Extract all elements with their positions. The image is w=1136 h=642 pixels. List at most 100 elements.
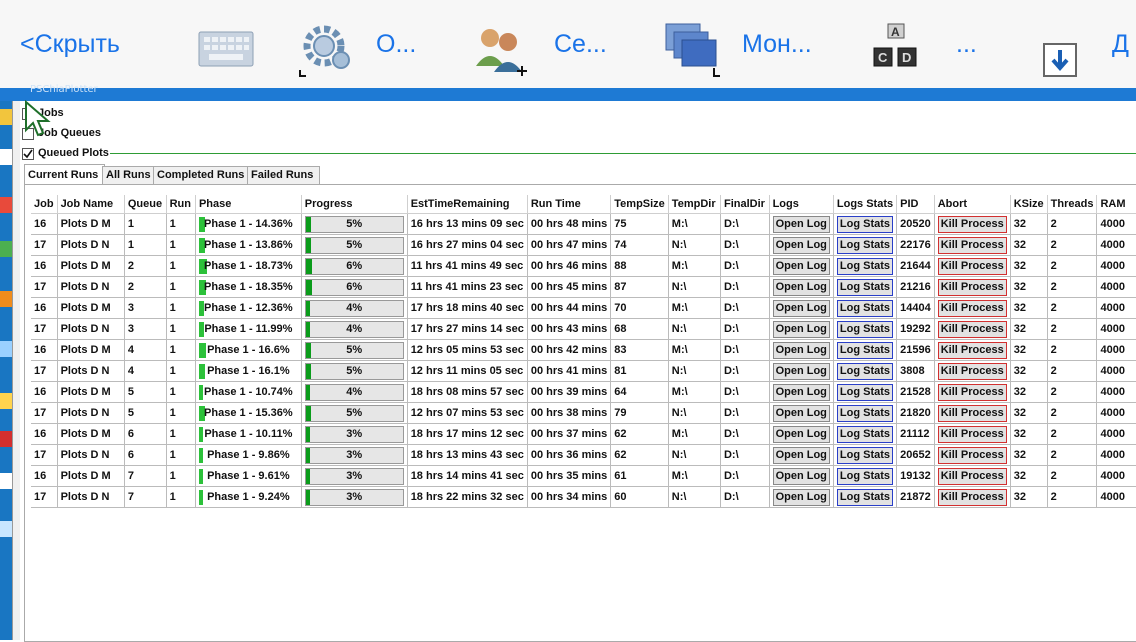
kill-process-button[interactable]: Kill Process <box>937 404 1007 422</box>
monitors-menu[interactable]: Мон... <box>742 30 812 59</box>
table-row[interactable]: 16 Plots D M 7 1 Phase 1 - 9.61% 3% 18 hrs 14 … <box>31 465 1136 487</box>
log-stats-button[interactable]: Log Stats <box>836 425 894 443</box>
desktop-icon[interactable] <box>0 393 12 409</box>
open-log-button[interactable]: Open Log <box>772 404 830 422</box>
log-stats-button[interactable]: Log Stats <box>836 467 894 485</box>
open-log-button[interactable]: Open Log <box>772 299 830 317</box>
tab-failed-runs[interactable]: Failed Runs <box>247 166 320 184</box>
table-row[interactable]: 17 Plots D N 6 1 Phase 1 - 9.86% 3% 18 hrs 13 … <box>31 444 1136 466</box>
col-job-header[interactable]: Job <box>31 195 58 214</box>
col-logs-header[interactable]: Logs <box>769 195 834 214</box>
monitors-icon[interactable] <box>662 20 726 78</box>
kill-process-button[interactable]: Kill Process <box>937 299 1007 317</box>
open-log-button[interactable]: Open Log <box>772 383 830 401</box>
table-row[interactable]: 16 Plots D M 4 1 Phase 1 - 16.6% 5% 12 hrs 05 … <box>31 339 1136 361</box>
kill-process-button[interactable]: Kill Process <box>937 383 1007 401</box>
log-stats-button[interactable]: Log Stats <box>836 236 894 254</box>
col-est-time-header[interactable]: EstTimeRemaining <box>407 195 528 214</box>
log-stats-button[interactable]: Log Stats <box>836 341 894 359</box>
desktop-icon[interactable] <box>0 241 12 257</box>
kill-process-button[interactable]: Kill Process <box>937 341 1007 359</box>
kill-process-button[interactable]: Kill Process <box>937 488 1007 506</box>
table-row[interactable]: 17 Plots D N 7 1 Phase 1 - 9.24% 3% 18 hrs 22 … <box>31 486 1136 508</box>
col-threads-header[interactable]: Threads <box>1047 195 1098 214</box>
col-temp-dir-header[interactable]: TempDir <box>668 195 721 214</box>
table-row[interactable]: 16 Plots D M 6 1 Phase 1 - 10.11% 3% 18 hrs 17… <box>31 423 1136 445</box>
more-menu[interactable]: ... <box>956 30 977 59</box>
table-row[interactable]: 17 Plots D N 2 1 Phase 1 - 18.35% 6% 11 hrs 41… <box>31 276 1136 298</box>
log-stats-button[interactable]: Log Stats <box>836 488 894 506</box>
kill-process-button[interactable]: Kill Process <box>937 425 1007 443</box>
table-row[interactable]: 16 Plots D M 1 1 Phase 1 - 14.36% 5% 16 hrs 13… <box>31 213 1136 235</box>
col-progress-header[interactable]: Progress <box>301 195 408 214</box>
table-row[interactable]: 16 Plots D M 3 1 Phase 1 - 12.36% 4% 17 hrs 18… <box>31 297 1136 319</box>
sessions-menu[interactable]: Се... <box>554 30 607 59</box>
log-stats-button[interactable]: Log Stats <box>836 215 894 233</box>
open-log-button[interactable]: Open Log <box>772 341 830 359</box>
kill-process-button[interactable]: Kill Process <box>937 278 1007 296</box>
col-log-stats-header[interactable]: Logs Stats <box>833 195 898 214</box>
open-log-button[interactable]: Open Log <box>772 215 830 233</box>
col-job-name-header[interactable]: Job Name <box>57 195 125 214</box>
col-final-dir-header[interactable]: FinalDir <box>720 195 770 214</box>
log-stats-button[interactable]: Log Stats <box>836 383 894 401</box>
kill-process-button[interactable]: Kill Process <box>937 257 1007 275</box>
table-row[interactable]: 17 Plots D N 3 1 Phase 1 - 11.99% 4% 17 hrs 27… <box>31 318 1136 340</box>
kill-process-button[interactable]: Kill Process <box>937 320 1007 338</box>
extra-menu[interactable]: Д <box>1112 30 1129 59</box>
tab-completed-runs[interactable]: Completed Runs <box>153 166 250 184</box>
table-row[interactable]: 16 Plots D M 5 1 Phase 1 - 10.74% 4% 18 hrs 08… <box>31 381 1136 403</box>
open-log-button[interactable]: Open Log <box>772 278 830 296</box>
table-row[interactable]: 17 Plots D N 4 1 Phase 1 - 16.1% 5% 12 hrs 11 … <box>31 360 1136 382</box>
open-log-button[interactable]: Open Log <box>772 257 830 275</box>
kill-process-button[interactable]: Kill Process <box>937 236 1007 254</box>
col-abort-header[interactable]: Abort <box>934 195 1011 214</box>
col-temp-size-header[interactable]: TempSize <box>610 195 669 214</box>
options-menu[interactable]: О... <box>376 30 416 59</box>
col-phase-header[interactable]: Phase <box>195 195 302 214</box>
col-ksize-header[interactable]: KSize <box>1010 195 1048 214</box>
desktop-icon[interactable] <box>0 197 12 213</box>
open-log-button[interactable]: Open Log <box>772 236 830 254</box>
col-queue-header[interactable]: Queue <box>124 195 167 214</box>
desktop-icon[interactable] <box>0 341 12 357</box>
desktop-icon[interactable] <box>0 431 12 447</box>
tab-current-runs[interactable]: Current Runs <box>24 164 105 185</box>
desktop-icon[interactable] <box>0 473 12 489</box>
settings-gear-icon[interactable] <box>298 20 356 78</box>
log-stats-button[interactable]: Log Stats <box>836 404 894 422</box>
log-stats-button[interactable]: Log Stats <box>836 278 894 296</box>
desktop-icon[interactable] <box>0 149 12 165</box>
open-log-button[interactable]: Open Log <box>772 467 830 485</box>
keyboard-icon[interactable] <box>197 28 257 70</box>
col-run-time-header[interactable]: Run Time <box>527 195 612 214</box>
keys-icon[interactable]: A C D <box>870 22 930 76</box>
open-log-button[interactable]: Open Log <box>772 320 830 338</box>
col-pid-header[interactable]: PID <box>896 195 935 214</box>
queued-plots-checkbox[interactable] <box>22 148 34 160</box>
col-run-header[interactable]: Run <box>166 195 196 214</box>
log-stats-button[interactable]: Log Stats <box>836 446 894 464</box>
open-log-button[interactable]: Open Log <box>772 446 830 464</box>
tab-all-runs[interactable]: All Runs <box>102 166 156 184</box>
desktop-icon[interactable] <box>0 291 12 307</box>
download-icon[interactable] <box>1042 42 1080 80</box>
open-log-button[interactable]: Open Log <box>772 362 830 380</box>
log-stats-button[interactable]: Log Stats <box>836 299 894 317</box>
table-row[interactable]: 16 Plots D M 2 1 Phase 1 - 18.73% 6% 11 hrs 41… <box>31 255 1136 277</box>
kill-process-button[interactable]: Kill Process <box>937 215 1007 233</box>
hide-button[interactable]: <Скрыть <box>20 30 120 59</box>
open-log-button[interactable]: Open Log <box>772 425 830 443</box>
table-row[interactable]: 17 Plots D N 1 1 Phase 1 - 13.86% 5% 16 hrs 27… <box>31 234 1136 256</box>
log-stats-button[interactable]: Log Stats <box>836 320 894 338</box>
table-row[interactable]: 17 Plots D N 5 1 Phase 1 - 15.36% 5% 12 hrs 07… <box>31 402 1136 424</box>
kill-process-button[interactable]: Kill Process <box>937 362 1007 380</box>
desktop-icon[interactable] <box>0 521 12 537</box>
log-stats-button[interactable]: Log Stats <box>836 257 894 275</box>
users-icon[interactable] <box>472 22 530 78</box>
open-log-button[interactable]: Open Log <box>772 488 830 506</box>
desktop-icon[interactable] <box>0 109 12 125</box>
kill-process-button[interactable]: Kill Process <box>937 446 1007 464</box>
log-stats-button[interactable]: Log Stats <box>836 362 894 380</box>
col-ram-header[interactable]: RAM <box>1096 195 1136 214</box>
